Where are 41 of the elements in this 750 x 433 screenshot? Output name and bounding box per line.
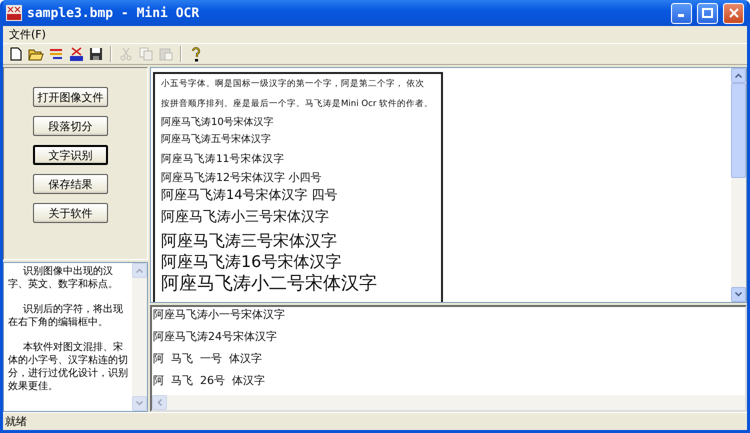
result-text-line: 阿 马飞 一号 体汉字 <box>153 351 263 367</box>
help-paragraph: 识别后的字符，将出现在右下角的编辑框中。 <box>8 303 124 329</box>
close-button[interactable] <box>723 2 744 24</box>
folder-icon[interactable] <box>28 48 44 60</box>
vertical-scrollbar[interactable] <box>132 263 147 411</box>
scanned-text-line: 阿座马飞涛五号宋体汉字 <box>161 132 272 147</box>
result-text-line: 阿座马飞涛小一号宋体汉字 <box>153 307 286 323</box>
horizontal-scrollbar[interactable] <box>152 395 745 410</box>
vertical-scrollbar[interactable] <box>731 68 746 302</box>
action-button[interactable]: 保存结果 <box>33 174 108 194</box>
scanned-text-line: 按拼音顺序排列。座是最后一个字。马飞涛是Mini Ocr 软件的作者。 <box>161 98 434 111</box>
result-text-line: 阿 马飞 26号 体汉字 <box>153 373 266 389</box>
scanned-text-line: 小五号字体。啊是国标一级汉字的第一个字，阿是第二个字， 依次 <box>161 78 426 91</box>
app-logo-icon <box>6 5 22 21</box>
result-editor[interactable]: 阿座马飞涛小一号宋体汉字 阿座马飞涛24号宋体汉字 阿 马飞 一号 体汉字 阿 马飞 26号 体汉字 <box>150 305 747 412</box>
close-icon <box>728 8 738 18</box>
action-button[interactable]: 关于软件 <box>33 203 108 223</box>
help-paragraph: 本软件对图文混排、宋体的小字号、汉字粘连的切分，进行过优化设计，识别效果更佳。 <box>8 341 129 393</box>
action-button[interactable]: 段落切分 <box>33 116 108 136</box>
scanned-text-line: 阿座马飞涛12号宋体汉字 小四号 <box>161 170 322 186</box>
scanned-text-line: 阿座马飞涛小三号宋体汉字 <box>161 208 330 227</box>
scanned-text-line: 阿座马飞涛小二号宋体汉字 <box>161 272 378 296</box>
maximize-button[interactable] <box>697 2 718 24</box>
help-paragraph: 识别图像中出现的汉字、英文、数字和标点。 <box>8 265 119 291</box>
action-button[interactable]: 打开图像文件 <box>33 87 108 107</box>
scanned-text-line: 阿座马飞涛16号宋体汉字 <box>161 253 342 271</box>
status-text: 就绪 <box>5 414 27 429</box>
ocr-icon[interactable] <box>68 46 84 62</box>
scanned-text-line: 阿座马飞涛14号宋体汉字 四号 <box>161 187 339 205</box>
menu-item[interactable]: 文件(F) <box>6 27 49 42</box>
maximize-icon <box>702 8 713 18</box>
action-button[interactable]: 文字识别 <box>33 145 108 165</box>
scanned-text-line: 阿座马飞涛三号宋体汉字 <box>161 230 338 252</box>
minimize-button[interactable] <box>671 2 692 24</box>
window-title: sample3.bmp - Mini OCR <box>27 6 200 20</box>
new-document-icon[interactable] <box>10 47 22 61</box>
scanned-text-line: 阿座马飞涛10号宋体汉字 <box>161 116 275 130</box>
result-text-line: 阿座马飞涛24号宋体汉字 <box>153 329 278 345</box>
colored-bars-icon[interactable] <box>49 47 63 61</box>
help-icon[interactable] <box>191 46 201 62</box>
scanned-text-line: 阿座马飞涛11号宋体汉字 <box>161 152 286 167</box>
